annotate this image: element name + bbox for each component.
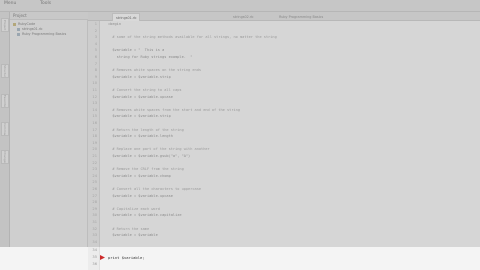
project-panel-header: Project (10, 12, 88, 20)
code-line[interactable]: $variable = $variable.chomp (108, 174, 170, 179)
tab-strings02[interactable]: strings02.rb (230, 13, 256, 21)
line-number: 4 (94, 41, 97, 46)
side-tab-changes[interactable]: Changes (1, 150, 9, 164)
line-number: 28 (92, 200, 97, 205)
line-number: 26 (92, 187, 97, 191)
breakpoint-arrow-icon[interactable] (100, 255, 105, 260)
tab-ruby-basics[interactable]: Ruby Programming Basics (276, 13, 326, 21)
line-number: 3 (94, 35, 97, 40)
line-number: 17 (92, 127, 97, 132)
line-number: 12 (92, 94, 97, 99)
menu-tools[interactable]: Tools (40, 1, 51, 7)
line-number: 36 (92, 262, 97, 266)
code-line[interactable]: string for Ruby strings example. " (108, 55, 193, 60)
project-panel: Project RubyCode strings01.rb Ruby Progr… (10, 12, 88, 270)
code-line[interactable]: # Convert the string to all caps (108, 88, 181, 93)
line-number: 21 (92, 154, 97, 158)
current-line-highlight: 34 35 36 print $variable; (0, 247, 480, 270)
tree-item-label: RubyCode (18, 22, 36, 26)
line-number: 20 (92, 147, 97, 152)
line-number: 13 (92, 101, 97, 106)
code-line[interactable]: # Capitalize each word (108, 207, 160, 212)
line-number-gutter-active: 34 35 36 (88, 247, 100, 270)
code-line[interactable]: $variable = $variable.upcase (108, 95, 173, 100)
line-number: 16 (92, 121, 97, 125)
line-number: 14 (92, 107, 97, 112)
code-line[interactable]: # Return the length of the string (108, 128, 183, 133)
folder-icon (13, 22, 16, 26)
code-line[interactable]: $variable = $variable.strip (108, 114, 170, 119)
tree-item[interactable]: Ruby Programming Basics (17, 32, 66, 37)
code-editor[interactable]: =begin # some of the string methods avai… (100, 21, 480, 270)
line-number-gutter: 1 2 3 4 5 6 7 8 9 10 11 12 13 14 15 16 17 18 19 20 21 22 23 24 2… (88, 21, 100, 270)
line-number: 33 (92, 233, 97, 238)
line-number: 32 (92, 226, 97, 231)
line-number: 15 (92, 114, 97, 119)
line-number: 34 (92, 248, 97, 252)
code-line[interactable]: $variable = $variable.gsub("a", "A") (108, 154, 190, 159)
code-line[interactable]: $variable = $variable (108, 233, 157, 238)
file-icon (17, 32, 20, 36)
line-number: 23 (92, 167, 97, 172)
code-line[interactable]: # Remove the CRLF from the string (108, 167, 183, 172)
code-line[interactable]: $variable = $variable.capitalize (108, 213, 181, 218)
code-line[interactable]: # Removes white spaces on the string end… (108, 68, 201, 73)
line-number: 9 (94, 74, 97, 79)
code-line[interactable]: # Return the same (108, 227, 149, 232)
code-line[interactable]: =begin (108, 22, 121, 27)
line-number: 34 (92, 239, 97, 244)
tree-item-label: strings01.rb (22, 27, 43, 31)
file-icon (17, 27, 20, 31)
code-line[interactable]: $variable = " This is a (108, 48, 164, 53)
line-number: 22 (92, 160, 97, 165)
line-number: 6 (94, 55, 97, 59)
code-line[interactable]: $variable = $variable.upcase (108, 194, 173, 199)
side-tab-structure[interactable]: Structure (1, 64, 9, 78)
tab-strings01[interactable]: strings01.rb (112, 13, 141, 21)
side-tab-commander[interactable]: Commander (1, 122, 9, 136)
tree-item-label: Ruby Programming Basics (22, 32, 67, 36)
code-line[interactable]: # Removes white spaces from the start an… (108, 108, 240, 113)
line-number: 31 (92, 220, 97, 224)
line-number: 11 (92, 88, 97, 92)
code-line-active[interactable]: print $variable; (108, 255, 145, 260)
line-number: 10 (92, 81, 97, 86)
side-tab-favorites[interactable]: Favorites (1, 94, 9, 108)
line-number: 35 (92, 255, 97, 259)
code-line[interactable]: $variable = $variable.strip (108, 75, 170, 80)
tool-window-strip: Project Structure Favorites Commander Ch… (0, 12, 10, 270)
line-number: 2 (94, 28, 97, 33)
line-number: 8 (94, 68, 97, 73)
line-number: 7 (94, 61, 97, 66)
editor-tab-bar: strings01.rb strings02.rb Ruby Programmi… (88, 12, 480, 21)
code-line[interactable]: # Replace one part of the string with an… (108, 147, 209, 152)
code-line[interactable]: # Convert all the characters to uppercas… (108, 187, 201, 192)
line-number: 5 (94, 48, 97, 53)
line-number: 30 (92, 213, 97, 218)
line-number: 18 (92, 134, 97, 139)
line-number: 24 (92, 173, 97, 178)
menu-file[interactable]: Menu (4, 1, 16, 7)
side-tab-project[interactable]: Project (1, 18, 9, 32)
line-number: 25 (92, 180, 97, 185)
line-number: 27 (92, 193, 97, 198)
line-number: 19 (92, 140, 97, 145)
code-line[interactable]: $variable = $variable.length (108, 134, 173, 139)
code-line[interactable]: # some of the string methods available f… (108, 35, 276, 40)
line-number: 1 (94, 22, 97, 26)
title-bar: Menu Tools (0, 0, 480, 12)
line-number: 29 (92, 206, 97, 211)
